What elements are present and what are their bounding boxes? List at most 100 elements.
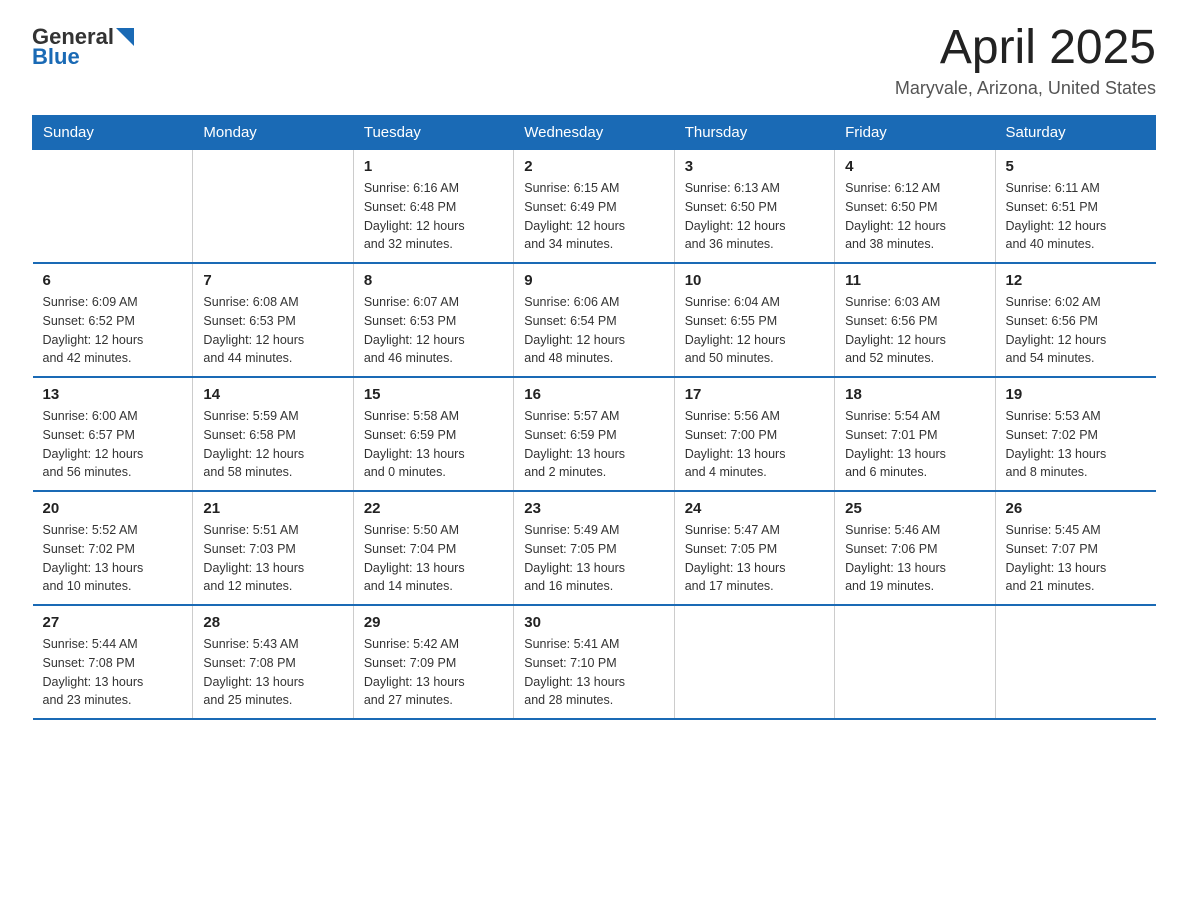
calendar-cell: 24Sunrise: 5:47 AM Sunset: 7:05 PM Dayli… [674,491,834,605]
header-day-wednesday: Wednesday [514,116,674,150]
calendar-cell: 13 Sunrise: 6:00 AM Sunset: 6:57 PM Dayli… [33,377,193,491]
calendar-cell: 23 Sunrise: 5:49 AM Sunset: 7:05 PM Dayli… [514,491,674,605]
day-number: 4 [845,158,984,175]
day-info: Sunrise: 5:58 AM Sunset: 6:59 PM Dayligh… [364,407,503,482]
day-number: 13 [43,386,183,403]
header-day-monday: Monday [193,116,353,150]
logo: General Blue [32,24,136,70]
calendar-cell: 28Sunrise: 5:43 AM Sunset: 7:08 PM Dayli… [193,605,353,719]
day-info: Sunrise: 6:16 AM Sunset: 6:48 PM Dayligh… [364,179,503,254]
calendar-cell: 22Sunrise: 5:50 AM Sunset: 7:04 PM Dayli… [353,491,513,605]
calendar-cell: 26 Sunrise: 5:45 AM Sunset: 7:07 PM Dayli… [995,491,1155,605]
calendar-cell [33,150,193,264]
day-number: 11 [845,272,984,289]
day-number: 22 [364,500,503,517]
day-number: 19 [1006,386,1146,403]
calendar-cell [995,605,1155,719]
day-number: 8 [364,272,503,289]
calendar-body: 1 Sunrise: 6:16 AM Sunset: 6:48 PM Daylig… [33,150,1156,720]
calendar-cell: 25Sunrise: 5:46 AM Sunset: 7:06 PM Dayli… [835,491,995,605]
calendar-cell: 27 Sunrise: 5:44 AM Sunset: 7:08 PM Dayli… [33,605,193,719]
header-day-thursday: Thursday [674,116,834,150]
day-info: Sunrise: 6:04 AM Sunset: 6:55 PM Dayligh… [685,293,824,368]
calendar-cell: 5Sunrise: 6:11 AM Sunset: 6:51 PM Daylig… [995,150,1155,264]
calendar-cell: 10 Sunrise: 6:04 AM Sunset: 6:55 PM Dayli… [674,263,834,377]
week-row-5: 27 Sunrise: 5:44 AM Sunset: 7:08 PM Dayli… [33,605,1156,719]
header-day-tuesday: Tuesday [353,116,513,150]
week-row-1: 1 Sunrise: 6:16 AM Sunset: 6:48 PM Daylig… [33,150,1156,264]
month-title: April 2025 [895,24,1156,72]
calendar-cell: 21 Sunrise: 5:51 AM Sunset: 7:03 PM Dayli… [193,491,353,605]
day-number: 30 [524,614,663,631]
day-info: Sunrise: 6:09 AM Sunset: 6:52 PM Dayligh… [43,293,183,368]
day-number: 26 [1006,500,1146,517]
calendar-cell: 30 Sunrise: 5:41 AM Sunset: 7:10 PM Dayli… [514,605,674,719]
day-info: Sunrise: 5:51 AM Sunset: 7:03 PM Dayligh… [203,521,342,596]
calendar-cell: 19 Sunrise: 5:53 AM Sunset: 7:02 PM Dayli… [995,377,1155,491]
day-info: Sunrise: 6:08 AM Sunset: 6:53 PM Dayligh… [203,293,342,368]
calendar-cell: 1 Sunrise: 6:16 AM Sunset: 6:48 PM Daylig… [353,150,513,264]
calendar-cell: 7Sunrise: 6:08 AM Sunset: 6:53 PM Daylig… [193,263,353,377]
day-info: Sunrise: 6:03 AM Sunset: 6:56 PM Dayligh… [845,293,984,368]
logo-triangle [114,26,136,48]
day-number: 21 [203,500,342,517]
day-info: Sunrise: 5:52 AM Sunset: 7:02 PM Dayligh… [43,521,183,596]
day-number: 5 [1006,158,1146,175]
day-number: 20 [43,500,183,517]
calendar-cell: 16Sunrise: 5:57 AM Sunset: 6:59 PM Dayli… [514,377,674,491]
calendar-cell: 15 Sunrise: 5:58 AM Sunset: 6:59 PM Dayli… [353,377,513,491]
day-number: 17 [685,386,824,403]
logo-container: General Blue [32,24,136,70]
day-number: 6 [43,272,183,289]
header-row: SundayMondayTuesdayWednesdayThursdayFrid… [33,116,1156,150]
location-text: Maryvale, Arizona, United States [895,78,1156,99]
header-day-friday: Friday [835,116,995,150]
week-row-4: 20 Sunrise: 5:52 AM Sunset: 7:02 PM Dayli… [33,491,1156,605]
calendar-cell: 12Sunrise: 6:02 AM Sunset: 6:56 PM Dayli… [995,263,1155,377]
day-number: 18 [845,386,984,403]
day-number: 25 [845,500,984,517]
calendar-cell [835,605,995,719]
day-info: Sunrise: 6:00 AM Sunset: 6:57 PM Dayligh… [43,407,183,482]
day-number: 3 [685,158,824,175]
day-info: Sunrise: 5:49 AM Sunset: 7:05 PM Dayligh… [524,521,663,596]
calendar-cell: 11 Sunrise: 6:03 AM Sunset: 6:56 PM Dayli… [835,263,995,377]
day-number: 1 [364,158,503,175]
day-number: 14 [203,386,342,403]
day-info: Sunrise: 5:56 AM Sunset: 7:00 PM Dayligh… [685,407,824,482]
day-info: Sunrise: 5:43 AM Sunset: 7:08 PM Dayligh… [203,635,342,710]
day-info: Sunrise: 6:15 AM Sunset: 6:49 PM Dayligh… [524,179,663,254]
header-day-sunday: Sunday [33,116,193,150]
calendar-cell: 4 Sunrise: 6:12 AM Sunset: 6:50 PM Daylig… [835,150,995,264]
day-info: Sunrise: 6:07 AM Sunset: 6:53 PM Dayligh… [364,293,503,368]
day-number: 15 [364,386,503,403]
day-info: Sunrise: 5:42 AM Sunset: 7:09 PM Dayligh… [364,635,503,710]
logo-blue-text: Blue [32,44,80,70]
week-row-3: 13 Sunrise: 6:00 AM Sunset: 6:57 PM Dayli… [33,377,1156,491]
day-info: Sunrise: 5:44 AM Sunset: 7:08 PM Dayligh… [43,635,183,710]
day-number: 23 [524,500,663,517]
day-number: 29 [364,614,503,631]
day-info: Sunrise: 5:41 AM Sunset: 7:10 PM Dayligh… [524,635,663,710]
calendar-table: SundayMondayTuesdayWednesdayThursdayFrid… [32,115,1156,720]
calendar-cell: 8 Sunrise: 6:07 AM Sunset: 6:53 PM Daylig… [353,263,513,377]
day-info: Sunrise: 5:54 AM Sunset: 7:01 PM Dayligh… [845,407,984,482]
calendar-cell: 3 Sunrise: 6:13 AM Sunset: 6:50 PM Daylig… [674,150,834,264]
day-number: 24 [685,500,824,517]
day-number: 2 [524,158,663,175]
calendar-cell [193,150,353,264]
day-info: Sunrise: 5:53 AM Sunset: 7:02 PM Dayligh… [1006,407,1146,482]
day-number: 27 [43,614,183,631]
day-info: Sunrise: 6:02 AM Sunset: 6:56 PM Dayligh… [1006,293,1146,368]
day-info: Sunrise: 6:06 AM Sunset: 6:54 PM Dayligh… [524,293,663,368]
day-info: Sunrise: 6:12 AM Sunset: 6:50 PM Dayligh… [845,179,984,254]
calendar-header: SundayMondayTuesdayWednesdayThursdayFrid… [33,116,1156,150]
title-section: April 2025 Maryvale, Arizona, United Sta… [895,24,1156,99]
day-info: Sunrise: 6:13 AM Sunset: 6:50 PM Dayligh… [685,179,824,254]
day-info: Sunrise: 5:45 AM Sunset: 7:07 PM Dayligh… [1006,521,1146,596]
calendar-cell [674,605,834,719]
day-number: 10 [685,272,824,289]
calendar-cell: 17 Sunrise: 5:56 AM Sunset: 7:00 PM Dayli… [674,377,834,491]
page-header: General Blue April 2025 Maryvale, Arizon… [32,24,1156,99]
calendar-cell: 6 Sunrise: 6:09 AM Sunset: 6:52 PM Daylig… [33,263,193,377]
